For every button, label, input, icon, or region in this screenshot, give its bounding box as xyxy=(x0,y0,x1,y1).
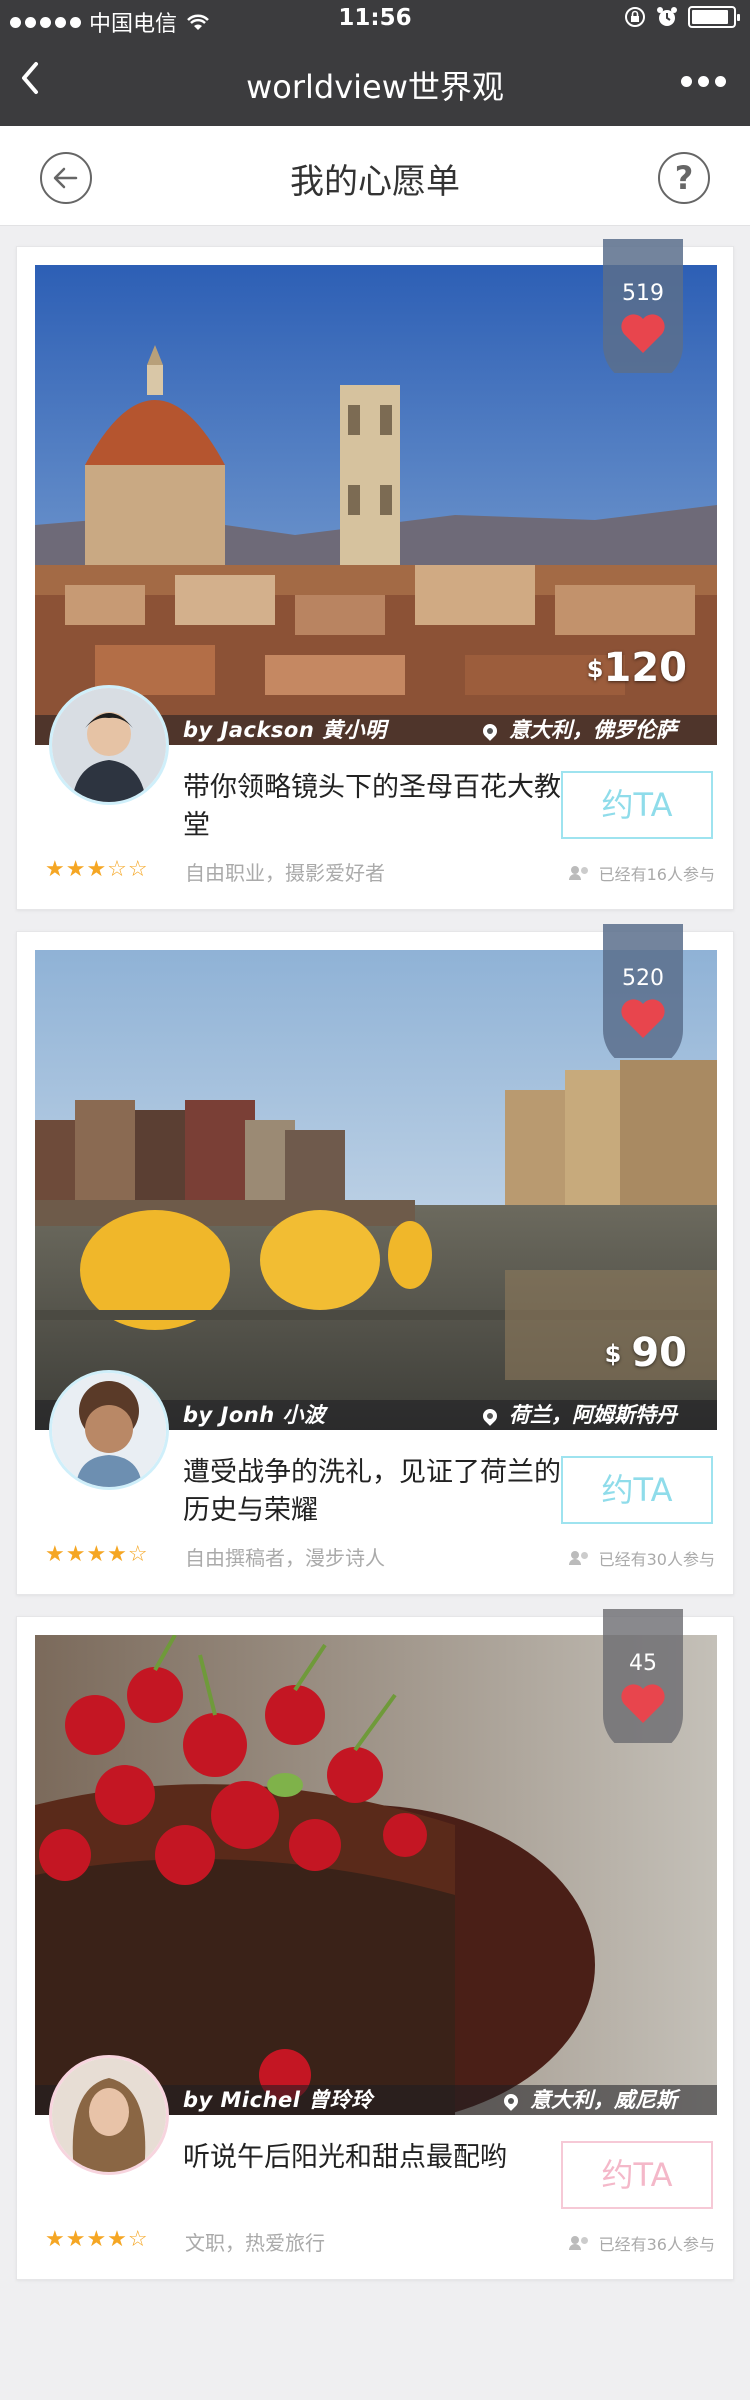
avatar[interactable] xyxy=(49,685,169,805)
battery-icon xyxy=(688,6,740,28)
star-empty-icons: ☆☆ xyxy=(107,857,149,882)
wishlist-card[interactable]: by Michel 曾玲玲 意大利，威尼斯 45 听说午后阳光和甜点最配哟 约T… xyxy=(16,1609,734,2280)
participant-count: 已经有36人参与 xyxy=(568,2231,715,2255)
people-icon xyxy=(568,1551,591,1565)
wishlist-card[interactable]: $120 by Jackson 黄小明 意大利，佛罗伦萨 519 带你领略镜头下… xyxy=(16,239,734,910)
like-count: 519 xyxy=(622,281,664,306)
heart-icon xyxy=(621,314,665,353)
card-title: 听说午后阳光和甜点最配哟 xyxy=(183,2142,507,2173)
status-bar: 中国电信 11:56 xyxy=(0,0,750,40)
occupation: 自由撰稿者，漫步诗人 xyxy=(185,1546,385,1570)
participant-label: 已经有36人参与 xyxy=(598,2235,715,2254)
more-dots-icon xyxy=(681,76,692,87)
rating-stars: ★★★☆☆ xyxy=(45,857,149,882)
star-empty-icons: ☆ xyxy=(127,2227,149,2252)
status-right xyxy=(624,6,740,28)
avatar[interactable] xyxy=(49,2055,169,2175)
location: 意大利，佛罗伦萨 xyxy=(480,715,677,745)
price-currency: $ xyxy=(586,655,604,683)
subheader: 我的心愿单 ? xyxy=(0,126,750,226)
price-currency: $ xyxy=(604,1340,622,1368)
occupation: 文职，热爱旅行 xyxy=(185,2231,325,2255)
location-pin-icon xyxy=(480,1406,500,1426)
like-ribbon[interactable]: 519 xyxy=(603,239,683,385)
people-icon xyxy=(568,2236,591,2250)
participant-label: 已经有16人参与 xyxy=(598,865,715,884)
star-empty-icons: ☆ xyxy=(127,1542,149,1567)
author-name: by Michel 曾玲玲 xyxy=(183,2088,373,2112)
location-label: 意大利，佛罗伦萨 xyxy=(509,718,677,742)
battery-level xyxy=(692,10,728,24)
location-label: 荷兰，阿姆斯特丹 xyxy=(509,1403,677,1427)
rating-stars: ★★★★☆ xyxy=(45,2227,149,2252)
rotation-lock-icon xyxy=(625,7,645,27)
card-title: 带你领略镜头下的圣母百花大教堂 xyxy=(183,772,561,841)
avatar[interactable] xyxy=(49,1370,169,1490)
like-ribbon[interactable]: 45 xyxy=(603,1609,683,1755)
like-ribbon[interactable]: 520 xyxy=(603,924,683,1070)
star-filled-icons: ★★★★ xyxy=(45,2227,128,2252)
participant-count: 已经有30人参与 xyxy=(568,1546,715,1570)
location: 意大利，威尼斯 xyxy=(501,2085,677,2115)
navbar: worldview世界观 xyxy=(0,40,750,126)
heart-icon xyxy=(621,999,665,1038)
location-pin-icon xyxy=(480,721,500,741)
date-them-button[interactable]: 约TA xyxy=(561,1456,713,1524)
rating-stars: ★★★★☆ xyxy=(45,1542,149,1567)
author-name: by Jackson 黄小明 xyxy=(183,718,387,742)
heart-icon xyxy=(621,1684,665,1723)
more-button[interactable] xyxy=(681,76,726,87)
location-label: 意大利，威尼斯 xyxy=(530,2088,677,2112)
location: 荷兰，阿姆斯特丹 xyxy=(480,1400,677,1430)
occupation: 自由职业，摄影爱好者 xyxy=(185,861,385,885)
participant-label: 已经有30人参与 xyxy=(598,1550,715,1569)
like-count: 45 xyxy=(629,1651,657,1676)
people-icon xyxy=(568,866,591,880)
price-tag: $90 xyxy=(605,1330,687,1376)
author-name: by Jonh 小波 xyxy=(183,1403,326,1427)
question-circle-icon[interactable]: ? xyxy=(658,152,710,204)
alarm-icon xyxy=(657,7,677,26)
navbar-title: worldview世界观 xyxy=(246,68,504,106)
date-them-button[interactable]: 约TA xyxy=(561,771,713,839)
star-filled-icons: ★★★ xyxy=(45,857,108,882)
price-tag: $120 xyxy=(587,645,687,691)
wishlist-card[interactable]: $90 by Jonh 小波 荷兰，阿姆斯特丹 520 遭受战争的洗礼，见证了荷… xyxy=(16,924,734,1595)
date-them-button[interactable]: 约TA xyxy=(561,2141,713,2209)
participant-count: 已经有16人参与 xyxy=(568,861,715,885)
card-title: 遭受战争的洗礼，见证了荷兰的历史与荣耀 xyxy=(183,1457,561,1526)
like-count: 520 xyxy=(622,966,664,991)
star-filled-icons: ★★★★ xyxy=(45,1542,128,1567)
page-title: 我的心愿单 xyxy=(290,162,460,202)
location-pin-icon xyxy=(501,2091,521,2111)
price-amount: 120 xyxy=(603,645,688,691)
price-amount: 90 xyxy=(631,1330,687,1376)
